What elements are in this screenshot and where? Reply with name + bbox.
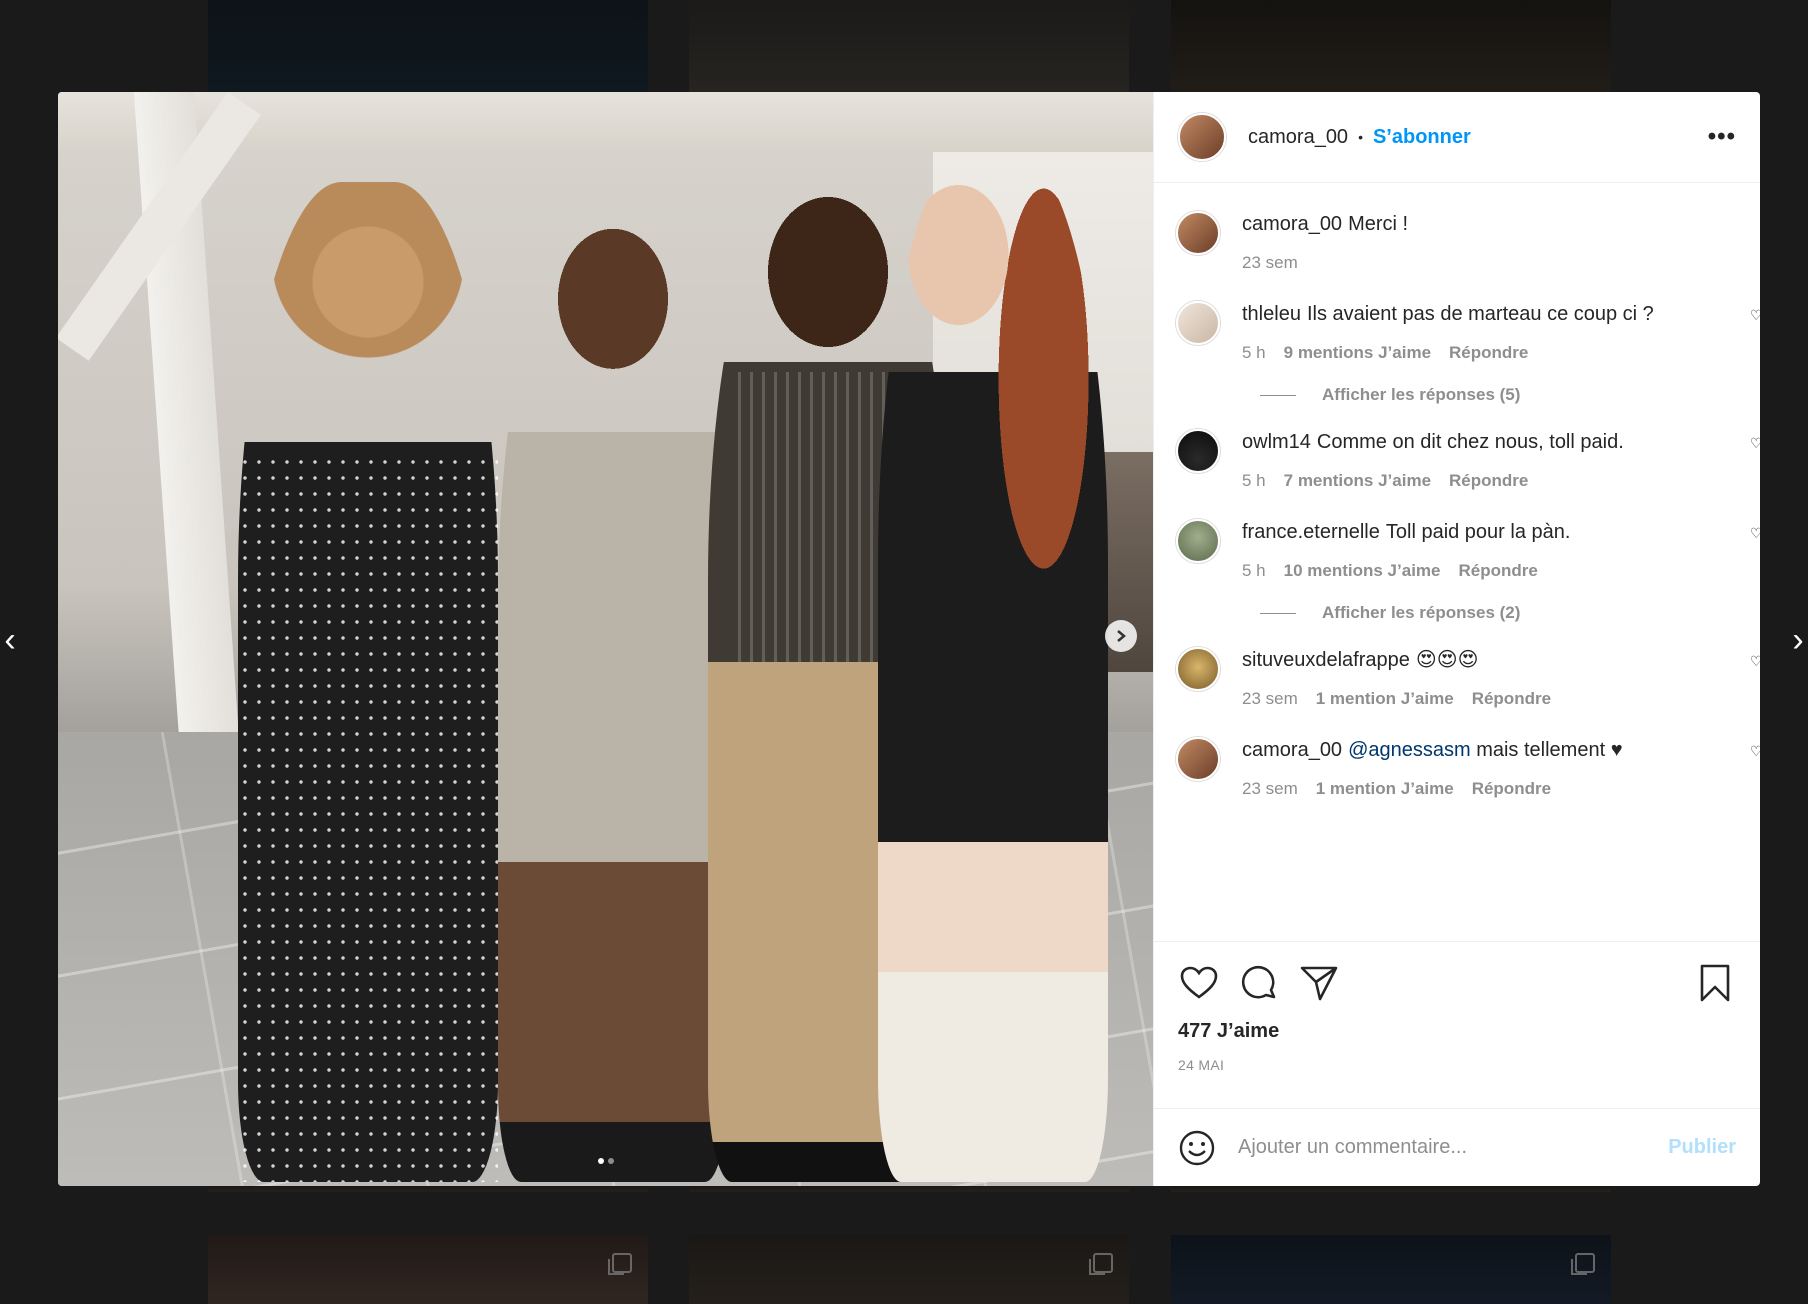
comment-username[interactable]: camora_00 xyxy=(1242,739,1342,761)
avatar[interactable] xyxy=(1176,429,1220,473)
photo-person xyxy=(878,152,1108,1182)
more-options-icon[interactable]: ••• xyxy=(1708,123,1736,151)
comment-text: mais tellement ♥ xyxy=(1476,739,1623,761)
view-replies-label: Afficher les réponses (5) xyxy=(1322,385,1521,404)
comment-username[interactable]: thleleu xyxy=(1242,303,1301,325)
comments-list[interactable]: camora_00 Merci ! 23 sem thleleu Ils avaie… xyxy=(1154,183,1760,941)
save-button[interactable] xyxy=(1694,962,1736,1004)
post-photo[interactable] xyxy=(58,92,1153,1186)
view-replies-label: Afficher les réponses (2) xyxy=(1322,603,1521,622)
photo-person xyxy=(498,222,728,1182)
post-date[interactable]: 24 MAI xyxy=(1178,1057,1736,1073)
comment-item: situveuxdelafrappe 😍😍😍 23 sem 1 mention J… xyxy=(1176,647,1760,709)
heart-icon xyxy=(1180,966,1218,999)
view-replies-button[interactable]: Afficher les réponses (2) xyxy=(1260,603,1760,623)
comment-likes[interactable]: 1 mention J’aime xyxy=(1316,689,1454,709)
comment-text: 😍😍😍 xyxy=(1415,649,1479,671)
divider xyxy=(1260,394,1296,396)
comment-likes[interactable]: 1 mention J’aime xyxy=(1316,779,1454,799)
comment-username[interactable]: situveuxdelafrappe xyxy=(1242,649,1410,671)
photo-person xyxy=(238,182,498,1182)
comment-text: Merci ! xyxy=(1348,213,1409,235)
separator-dot: • xyxy=(1358,129,1363,145)
paper-plane-icon xyxy=(1300,966,1338,1001)
comment-text: Ils avaient pas de marteau ce coup ci ? xyxy=(1306,303,1654,325)
carousel-dot xyxy=(607,1158,614,1164)
heart-icon[interactable]: ♡ xyxy=(1750,525,1760,541)
comment-input[interactable] xyxy=(1238,1136,1669,1159)
carousel-next-button[interactable] xyxy=(1105,620,1137,652)
divider xyxy=(1260,612,1296,614)
bookmark-icon xyxy=(1700,964,1730,1002)
publish-button[interactable]: Publier xyxy=(1668,1136,1736,1159)
comment-composer: Publier xyxy=(1154,1108,1760,1186)
reply-button[interactable]: Répondre xyxy=(1449,343,1528,363)
comment-time[interactable]: 5 h xyxy=(1242,343,1266,363)
post-header: camora_00 • S’abonner ••• xyxy=(1154,92,1760,183)
comment-username[interactable]: france.eternelle xyxy=(1242,521,1380,543)
comment-item: camora_00 @agnessasm mais tellement ♥ 23 … xyxy=(1176,737,1760,799)
avatar[interactable] xyxy=(1176,647,1220,691)
heart-icon[interactable]: ♡ xyxy=(1750,653,1760,669)
heart-icon[interactable]: ♡ xyxy=(1750,307,1760,323)
comment-username[interactable]: owlm14 xyxy=(1242,431,1311,453)
comment-item: camora_00 Merci ! 23 sem xyxy=(1176,211,1760,273)
comment-button[interactable] xyxy=(1238,962,1280,1004)
comment-text: Comme on dit chez nous, toll paid. xyxy=(1316,431,1624,453)
comment-username[interactable]: camora_00 xyxy=(1242,213,1342,235)
comment-time[interactable]: 23 sem xyxy=(1242,779,1298,799)
avatar[interactable] xyxy=(1176,737,1220,781)
carousel-dot-active xyxy=(597,1158,604,1164)
comment-mention[interactable]: @agnessasm xyxy=(1348,739,1471,761)
comment-time[interactable]: 5 h xyxy=(1242,561,1266,581)
comment-time[interactable]: 5 h xyxy=(1242,471,1266,491)
likes-count[interactable]: 477 J’aime xyxy=(1178,1020,1736,1043)
chevron-left-icon[interactable]: ‹ xyxy=(0,620,20,660)
view-replies-button[interactable]: Afficher les réponses (5) xyxy=(1260,385,1760,405)
chevron-right-icon[interactable]: › xyxy=(1788,620,1808,660)
avatar[interactable] xyxy=(1176,301,1220,345)
chevron-right-icon xyxy=(1117,630,1126,642)
post-side-panel: camora_00 • S’abonner ••• camora_00 Merci… xyxy=(1153,92,1760,1186)
reply-button[interactable]: Répondre xyxy=(1449,471,1528,491)
comment-text: Toll paid pour la pàn. xyxy=(1385,521,1571,543)
reply-button[interactable]: Répondre xyxy=(1472,689,1551,709)
comment-time[interactable]: 23 sem xyxy=(1242,689,1298,709)
heart-icon[interactable]: ♡ xyxy=(1750,435,1760,451)
reply-button[interactable]: Répondre xyxy=(1472,779,1551,799)
comment-likes[interactable]: 7 mentions J’aime xyxy=(1284,471,1431,491)
comment-icon xyxy=(1241,965,1276,999)
heart-icon[interactable]: ♡ xyxy=(1750,743,1760,759)
comment-likes[interactable]: 10 mentions J’aime xyxy=(1284,561,1441,581)
comment-item: thleleu Ils avaient pas de marteau ce cou… xyxy=(1176,301,1760,363)
avatar[interactable] xyxy=(1176,519,1220,563)
post-modal: camora_00 • S’abonner ••• camora_00 Merci… xyxy=(58,92,1760,1186)
like-button[interactable] xyxy=(1178,962,1220,1004)
comment-item: owlm14 Comme on dit chez nous, toll paid.… xyxy=(1176,429,1760,491)
reply-button[interactable]: Répondre xyxy=(1458,561,1537,581)
carousel-dots xyxy=(597,1158,614,1164)
comment-likes[interactable]: 9 mentions J’aime xyxy=(1284,343,1431,363)
share-button[interactable] xyxy=(1298,962,1340,1004)
avatar[interactable] xyxy=(1176,211,1220,255)
emoji-icon[interactable] xyxy=(1178,1129,1216,1167)
header-username[interactable]: camora_00 xyxy=(1248,126,1348,149)
follow-button[interactable]: S’abonner xyxy=(1373,126,1471,149)
comment-time[interactable]: 23 sem xyxy=(1242,253,1298,273)
comment-item: france.eternelle Toll paid pour la pàn. 5… xyxy=(1176,519,1760,581)
avatar[interactable] xyxy=(1178,113,1226,161)
post-actions: 477 J’aime 24 MAI xyxy=(1154,941,1760,1108)
